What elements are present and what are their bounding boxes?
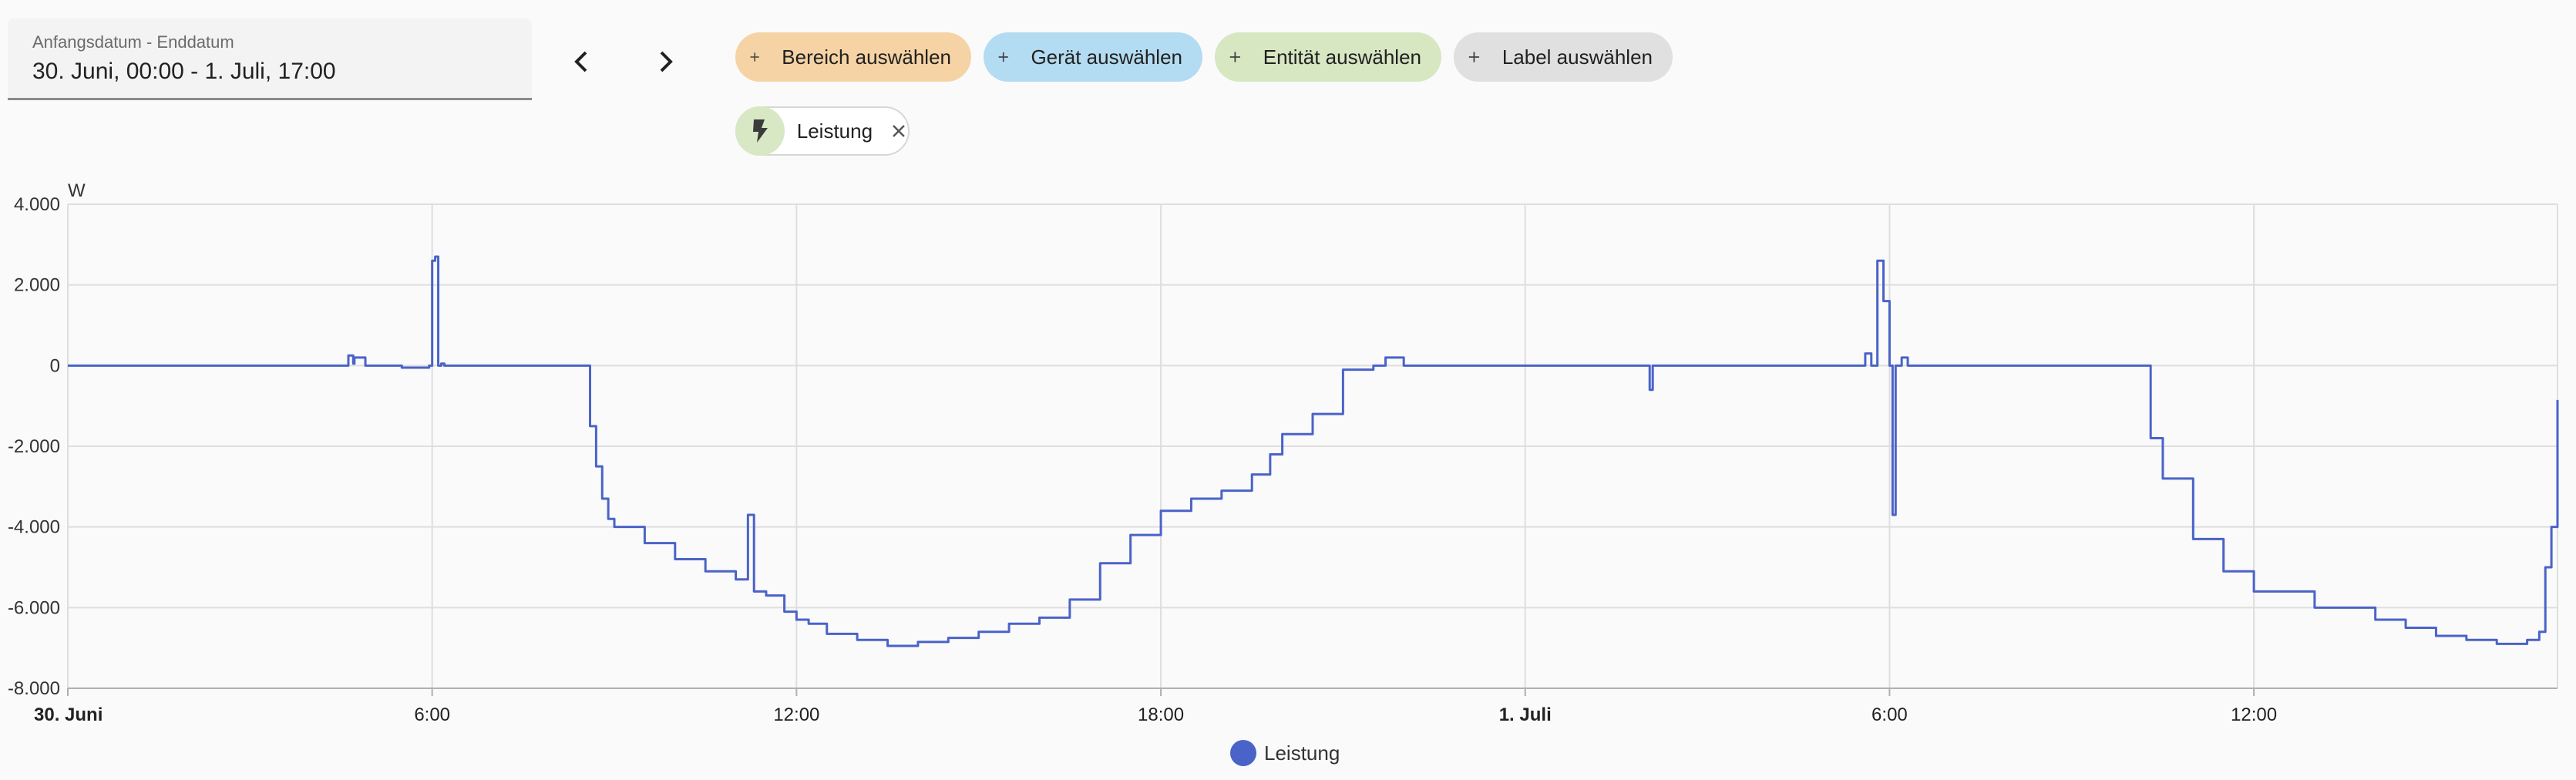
select-device-chip[interactable]: Gerät auswählen [984,32,1202,82]
date-range-picker[interactable]: Anfangsdatum - Enddatum 30. Juni, 00:00 … [8,18,532,100]
flash-icon [735,106,785,156]
y-tick-label: 2.000 [14,275,60,296]
plus-icon [750,52,759,62]
series-line [68,255,2559,647]
selected-filter-chip[interactable]: Leistung [735,106,910,156]
x-tick-label: 1. Juli [1499,704,1552,725]
select-label-label: Label auswählen [1502,45,1653,69]
select-label-chip[interactable]: Label auswählen [1454,32,1673,82]
chevron-left-icon [574,51,587,72]
x-tick-label: 30. Juni [34,704,103,725]
y-tick-label: -6.000 [8,597,60,618]
select-area-label: Bereich auswählen [782,45,951,69]
x-tick-label: 12:00 [773,704,819,725]
next-period-button[interactable] [638,39,694,85]
y-axis-unit-label: W [68,180,86,201]
previous-period-button[interactable] [553,39,609,85]
chart-legend[interactable]: Leistung [1230,740,1340,766]
y-tick-label: 0 [50,355,60,376]
legend-marker [1230,740,1256,766]
selected-filter-label: Leistung [796,119,873,143]
x-tick-label: 6:00 [414,704,450,725]
plus-icon [1229,52,1240,62]
chevron-right-icon [660,51,673,72]
select-entity-label: Entität auswählen [1263,45,1421,69]
x-tick-label: 12:00 [2231,704,2277,725]
y-tick-label: -8.000 [8,678,60,699]
x-tick-label: 6:00 [1871,704,1908,725]
select-device-label: Gerät auswählen [1031,45,1182,69]
select-entity-chip[interactable]: Entität auswählen [1215,32,1441,82]
date-range-value: 30. Juni, 00:00 - 1. Juli, 17:00 [32,59,336,84]
plus-icon [998,52,1008,62]
y-tick-label: -2.000 [8,436,60,457]
select-area-chip[interactable]: Bereich auswählen [735,32,971,82]
legend-label: Leistung [1264,741,1340,765]
close-icon[interactable] [889,122,908,140]
date-range-label: Anfangsdatum - Enddatum [32,32,234,52]
plus-icon [1468,52,1480,62]
y-tick-label: -4.000 [8,517,60,538]
x-tick-label: 18:00 [1138,704,1184,725]
y-tick-label: 4.000 [14,194,60,215]
power-history-chart: 4.000 2.000 0 -2.000 -4.000 -6.000 -8.000 30. J… [8,180,2559,725]
